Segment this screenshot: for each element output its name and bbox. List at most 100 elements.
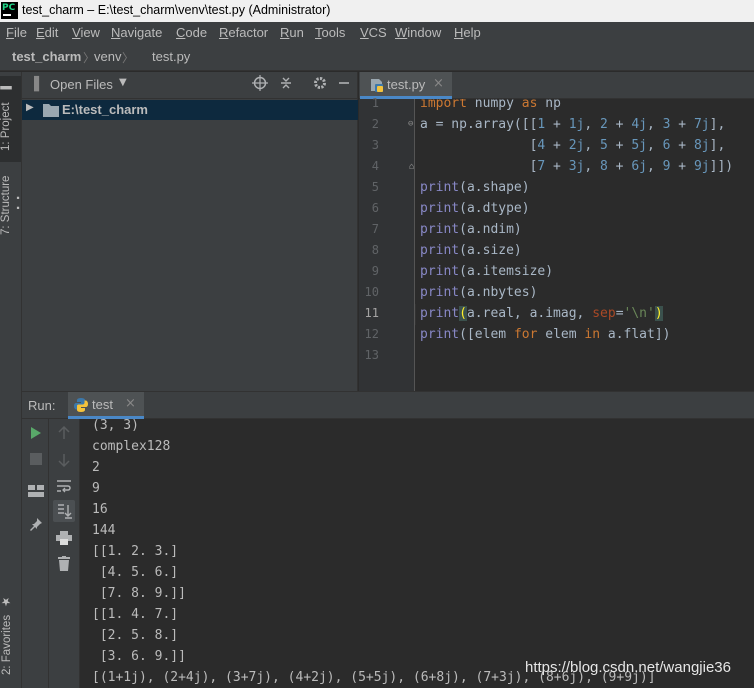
code-line: [4 + 2j, 5 + 5j, 6 + 8j],	[420, 138, 726, 153]
folder-icon	[43, 103, 59, 121]
console-output[interactable]: (3, 3) complex128 2 9 16 144 [[1. 2. 3.]…	[80, 419, 754, 688]
left-tool-strip: 1: Project ▬ 7: Structure ▪▪ 2: Favorite…	[0, 72, 23, 688]
code-line: print(a.ndim)	[420, 222, 522, 237]
menu-vcs[interactable]: VCS	[360, 25, 387, 40]
menu-window[interactable]: Window	[395, 25, 441, 40]
restore-layout-icon[interactable]	[28, 485, 44, 501]
console-line: 144	[92, 523, 116, 538]
code-editor[interactable]: import numpy as np a = np.array([[1 + 1j…	[416, 99, 754, 391]
close-icon[interactable]: ×	[433, 76, 444, 91]
editor-tab-bar: test.py ×	[359, 72, 754, 99]
line-number: 9	[371, 264, 379, 278]
run-panel-header: Run: test ×	[22, 391, 754, 419]
code-line: print([elem for elem in a.flat])	[420, 327, 671, 342]
watermark: https://blog.csdn.net/wangjie36	[525, 659, 731, 676]
code-line: a = np.array([[1 + 1j, 2 + 4j, 3 + 7j],	[420, 117, 726, 132]
run-label: Run:	[28, 398, 56, 413]
code-line: print(a.real, a.imag, sep='\n')	[420, 306, 663, 321]
line-number: 10	[364, 285, 379, 299]
code-line: print(a.itemsize)	[420, 264, 554, 279]
menu-help[interactable]: Help	[454, 25, 481, 40]
menu-bar: File Edit View Navigate Code Refactor Ru…	[0, 22, 754, 44]
code-line: print(a.nbytes)	[420, 285, 538, 300]
console-line: [7. 8. 9.]]	[92, 586, 186, 601]
tree-item-label: E:\test_charm	[62, 102, 148, 117]
project-panel: ▐ Open Files ▼ ▶ E:\test_charm	[22, 72, 358, 391]
scroll-to-end-icon[interactable]	[53, 500, 75, 522]
arrow-up-icon[interactable]	[58, 425, 70, 444]
trash-icon[interactable]	[57, 556, 71, 575]
tree-item-project-root[interactable]: ▶ E:\test_charm	[22, 100, 358, 120]
breadcrumb-folder[interactable]: venv	[94, 49, 121, 64]
code-line: import numpy as np	[420, 99, 561, 111]
breadcrumb-project[interactable]: test_charm	[12, 49, 81, 64]
window-titlebar: PC test_charm – E:\test_charm\venv\test.…	[0, 0, 754, 22]
console-line: 9	[92, 481, 100, 496]
tab-favorites[interactable]: 2: Favorites ★	[0, 592, 21, 678]
line-number: 5	[371, 180, 379, 194]
menu-edit[interactable]: Edit	[36, 25, 58, 40]
menu-file[interactable]: File	[6, 25, 27, 40]
pycharm-logo-icon: PC	[1, 2, 18, 19]
python-icon	[73, 397, 89, 417]
dropdown-arrow-icon[interactable]: ▼	[119, 77, 127, 88]
rerun-icon[interactable]	[30, 426, 42, 444]
star-icon: ★	[1, 594, 13, 609]
gear-icon[interactable]	[312, 75, 328, 95]
console-line: [[1. 2. 3.]	[92, 544, 179, 559]
window-title: test_charm – E:\test_charm\venv\test.py …	[22, 3, 331, 17]
run-tab-label: test	[92, 397, 113, 412]
line-number: 4	[371, 159, 379, 173]
arrow-down-icon[interactable]	[58, 453, 70, 471]
console-line: [3. 6. 9.]]	[92, 649, 186, 664]
line-number: 12	[364, 327, 379, 341]
fold-close-icon[interactable]: ⌂	[409, 162, 414, 172]
console-line: [[1. 4. 7.]	[92, 607, 179, 622]
tab-project[interactable]: 1: Project ▬	[0, 76, 21, 162]
close-icon[interactable]: ×	[125, 396, 136, 411]
line-number: 11	[364, 306, 379, 320]
run-toolbar-primary	[22, 419, 49, 688]
line-number: 3	[371, 138, 379, 152]
code-line: print(a.dtype)	[420, 201, 530, 216]
line-number: 6	[371, 201, 379, 215]
project-panel-header: ▐ Open Files ▼	[22, 72, 358, 99]
menu-view[interactable]: View	[72, 25, 100, 40]
collapse-all-icon[interactable]	[278, 75, 294, 95]
breadcrumb-file[interactable]: test.py	[152, 49, 190, 64]
expand-arrow-icon[interactable]: ▶	[26, 102, 34, 113]
pin-icon[interactable]	[29, 517, 43, 535]
soft-wrap-icon[interactable]	[56, 479, 72, 497]
project-view-selector[interactable]: Open Files	[50, 77, 113, 92]
stop-icon[interactable]	[30, 453, 42, 469]
menu-code[interactable]: Code	[176, 25, 207, 40]
console-line: 16	[92, 502, 108, 517]
console-line: [2. 5. 8.]	[92, 628, 179, 643]
menu-tools[interactable]: Tools	[315, 25, 345, 40]
tab-test-py[interactable]: test.py ×	[360, 72, 452, 99]
panel-tab-icon: ▐	[29, 77, 39, 92]
run-tab-test[interactable]: test ×	[68, 392, 144, 419]
menu-navigate[interactable]: Navigate	[111, 25, 162, 40]
menu-run[interactable]: Run	[280, 25, 304, 40]
line-number: 8	[371, 243, 379, 257]
hide-panel-icon[interactable]	[336, 75, 352, 95]
print-icon[interactable]	[56, 531, 72, 549]
tab-label: test.py	[387, 77, 426, 92]
locate-crosshair-icon[interactable]	[252, 75, 268, 95]
console-line: 2	[92, 460, 100, 475]
fold-open-icon[interactable]: ⊖	[408, 119, 413, 129]
line-number: 2	[371, 117, 379, 131]
chevron-right-icon: 〉	[122, 51, 135, 65]
code-line: print(a.size)	[420, 243, 522, 258]
run-toolbar-secondary	[49, 419, 80, 688]
code-line: [7 + 3j, 8 + 6j, 9 + 9j]])	[420, 159, 734, 174]
line-number: 1	[371, 96, 379, 110]
code-line: print(a.shape)	[420, 180, 530, 195]
tab-structure[interactable]: 7: Structure ▪▪	[0, 164, 23, 246]
console-line: (3, 3)	[92, 419, 139, 433]
folder-icon: ▬	[0, 83, 12, 96]
console-line: [4. 5. 6.]	[92, 565, 179, 580]
menu-refactor[interactable]: Refactor	[219, 25, 268, 40]
python-file-icon	[370, 78, 384, 96]
